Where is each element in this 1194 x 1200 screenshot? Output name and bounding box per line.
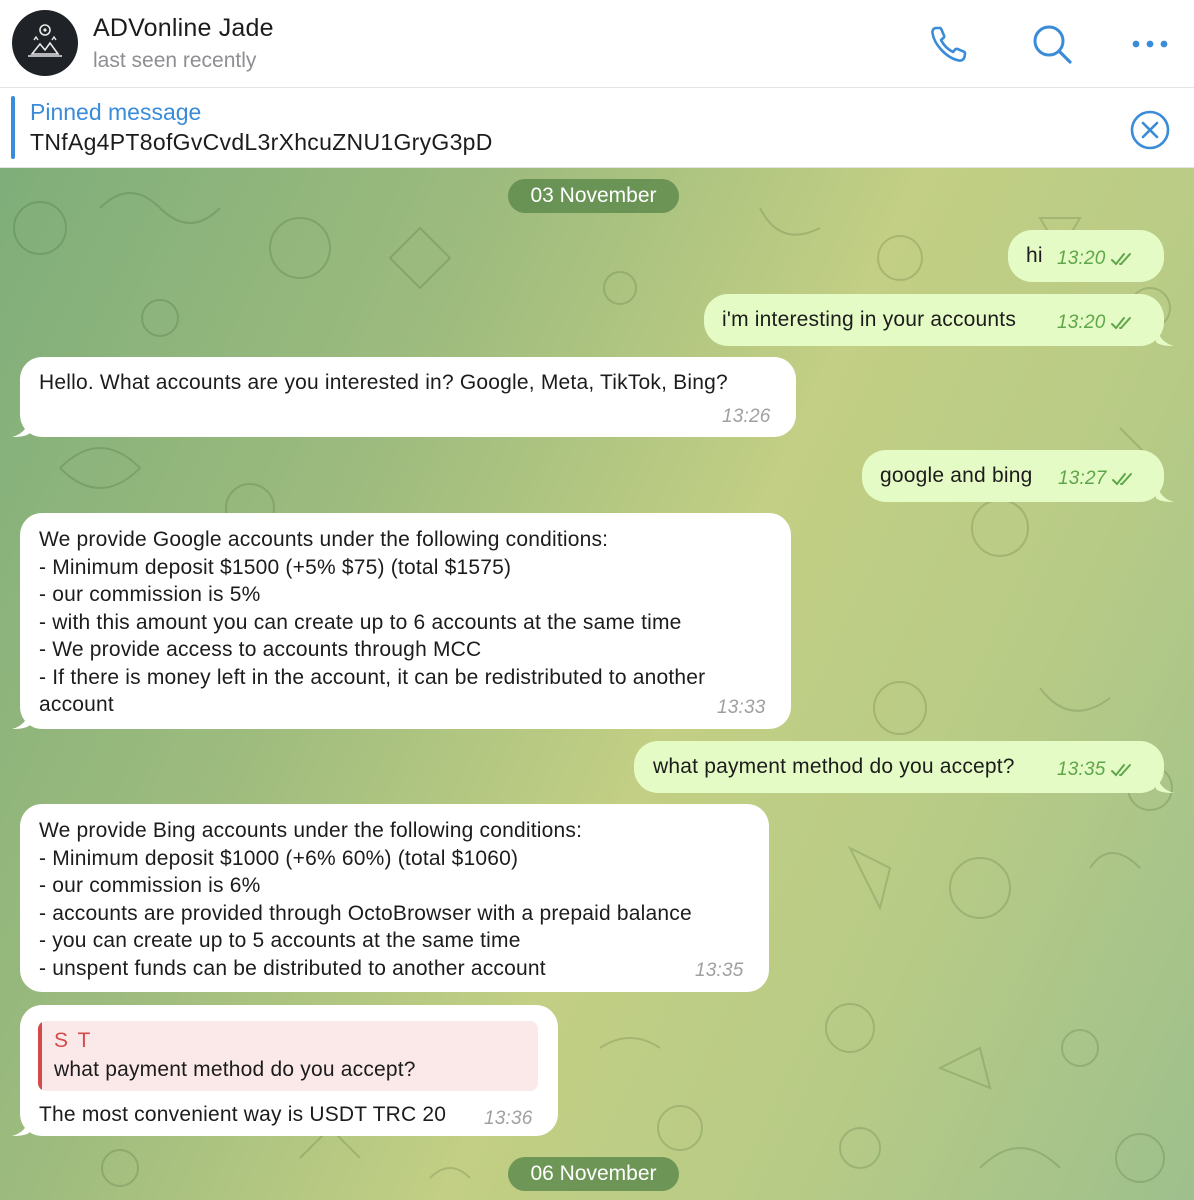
message-time: 13:36 [484,1108,533,1129]
search-icon[interactable] [1030,22,1074,66]
bubble-tail [1156,480,1174,502]
bubble-tail [1156,771,1174,793]
message-time: 13:35 [1057,759,1106,780]
double-check-icon [1110,763,1131,777]
bubble-tail [1156,324,1174,346]
reply-author: S T [54,1029,93,1052]
message-meta: 13:35 [1057,756,1136,784]
double-check-icon [1110,316,1131,330]
chat-title[interactable]: ADVonline Jade [93,14,274,43]
message-meta: 13:20 [1057,309,1136,337]
message-time: 13:27 [1058,468,1107,489]
message-time: 13:20 [1057,248,1106,269]
phone-icon[interactable] [928,22,972,66]
chat-status: last seen recently [93,49,257,72]
message-text: hi [1026,244,1043,267]
reply-text: what payment method do you accept? [54,1058,416,1081]
pinned-message[interactable]: Pinned message TNfAg4PT8ofGvCvdL3rXhcuZN… [0,88,1194,168]
outgoing-message[interactable]: google and bing 13:27 [862,450,1174,502]
avatar[interactable] [12,10,78,76]
pinned-accent-bar [11,96,15,159]
message-text: google and bing [880,464,1033,487]
outgoing-message[interactable]: what payment method do you accept? 13:35 [634,741,1174,793]
double-check-icon [1111,472,1132,486]
message-meta: 13:20 [1057,245,1136,273]
reply-quote[interactable]: S T what payment method do you accept? [38,1021,538,1091]
double-check-icon [1110,252,1131,266]
incoming-message[interactable]: Hello. What accounts are you interested … [12,357,796,437]
bubble-tail [12,415,30,437]
pinned-title: Pinned message [30,99,202,125]
message-text: what payment method do you accept? [653,755,1015,778]
message-time: 13:35 [695,960,744,981]
message-text: Hello. What accounts are you interested … [39,371,728,394]
reply-accent-bar [38,1021,42,1091]
incoming-message[interactable]: We provide Bing accounts under the follo… [20,804,769,992]
date-separator: 03 November [508,179,679,213]
message-time: 13:20 [1057,312,1106,333]
outgoing-message[interactable]: i'm interesting in your accounts 13:20 [704,294,1174,346]
more-icon[interactable] [1128,22,1172,66]
incoming-message[interactable]: We provide Google accounts under the fol… [12,513,791,729]
close-circle-icon[interactable] [1128,108,1172,152]
incoming-message[interactable]: S T what payment method do you accept? T… [12,1005,558,1136]
pinned-text: TNfAg4PT8ofGvCvdL3rXhcuZNU1GryG3pD [30,129,493,155]
message-meta: 13:27 [1058,465,1137,493]
date-separator: 06 November [508,1157,679,1191]
message-text: The most convenient way is USDT TRC 20 [39,1103,447,1126]
bubble-tail [12,707,30,729]
outgoing-message[interactable]: hi 13:20 [1008,230,1164,282]
chat-header: ADVonline Jade last seen recently [0,0,1194,88]
message-time: 13:26 [722,406,771,427]
message-text: We provide Bing accounts under the follo… [39,819,692,980]
bubble-tail [12,1114,30,1136]
message-time: 13:33 [717,697,766,718]
avatar-logo-icon [28,24,62,57]
message-text: i'm interesting in your accounts [722,308,1017,331]
message-text: We provide Google accounts under the fol… [39,528,706,716]
